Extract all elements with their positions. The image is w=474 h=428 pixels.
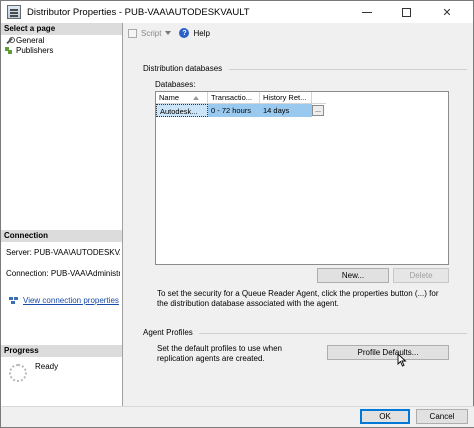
script-button[interactable]: Script <box>128 28 172 38</box>
column-header-history[interactable]: History Ret... <box>260 92 312 104</box>
title-bar: Distributor Properties - PUB-VAA\AUTODES… <box>1 1 473 23</box>
cancel-button[interactable]: Cancel <box>416 409 468 424</box>
group-divider <box>199 333 467 334</box>
page-item-label: Publishers <box>16 46 54 55</box>
maximize-button[interactable] <box>388 1 424 23</box>
group-divider <box>229 69 467 70</box>
databases-label: Databases: <box>155 80 196 89</box>
table-row[interactable]: Autodesk... 0 - 72 hours 14 days ... <box>156 104 324 117</box>
window-title: Distributor Properties - PUB-VAA\AUTODES… <box>27 6 250 18</box>
view-connection-properties-link[interactable]: View connection properties <box>9 296 119 305</box>
column-header-label: Name <box>159 93 180 102</box>
script-icon <box>128 28 137 38</box>
column-header-name[interactable]: Name <box>156 92 208 104</box>
new-button[interactable]: New... <box>317 268 389 283</box>
page-item-general[interactable]: General <box>5 36 44 45</box>
page-item-label: General <box>16 36 45 45</box>
help-label: Help <box>193 28 210 38</box>
profile-defaults-button[interactable]: Profile Defaults... <box>327 345 449 360</box>
progress-spinner-icon <box>9 364 27 382</box>
distribution-databases-group-label: Distribution databases <box>143 64 223 73</box>
cell-name[interactable]: Autodesk... <box>156 104 208 117</box>
grid-header: Name Transactio... History Ret... <box>156 92 326 104</box>
agent-profiles-info-text: Set the default profiles to use when rep… <box>157 344 282 363</box>
close-button[interactable]: ✕ <box>429 1 465 23</box>
databases-grid[interactable]: Name Transactio... History Ret... Autode… <box>155 91 449 265</box>
distributor-properties-window: Distributor Properties - PUB-VAA\AUTODES… <box>0 0 474 428</box>
close-icon: ✕ <box>442 6 452 19</box>
script-label: Script <box>141 28 162 38</box>
minimize-icon <box>362 11 372 13</box>
ok-button[interactable]: OK <box>360 409 410 424</box>
column-header-blank <box>312 92 326 104</box>
minimize-button[interactable] <box>349 1 385 23</box>
main-panel: Distribution databases Databases: Name T… <box>125 44 473 406</box>
connection-properties-icon <box>9 296 19 305</box>
help-button[interactable]: ? Help <box>179 28 210 38</box>
column-header-transaction[interactable]: Transactio... <box>208 92 260 104</box>
wrench-icon <box>5 36 15 45</box>
progress-status: Ready <box>35 362 59 371</box>
view-connection-properties-label: View connection properties <box>23 296 119 305</box>
publishers-icon <box>5 46 13 55</box>
cell-transaction[interactable]: 0 - 72 hours <box>208 104 260 117</box>
left-pane: Select a page General Publishers Connect… <box>1 23 123 406</box>
chevron-down-icon <box>165 31 172 35</box>
database-properties-button[interactable]: ... <box>312 105 324 116</box>
select-page-header: Select a page <box>1 23 122 35</box>
page-item-publishers[interactable]: Publishers <box>5 46 53 55</box>
mouse-cursor-icon <box>397 353 407 367</box>
connection-text: Connection: PUB-VAA\Administrator <box>6 269 120 278</box>
server-text: Server: PUB-VAA\AUTODESKVAULT <box>6 248 120 257</box>
app-icon <box>7 5 21 19</box>
agent-profiles-group-label: Agent Profiles <box>143 328 193 337</box>
maximize-icon <box>401 7 411 17</box>
toolbar: Script ? Help <box>124 23 473 43</box>
delete-button[interactable]: Delete <box>393 268 449 283</box>
connection-header: Connection <box>1 230 122 242</box>
cell-history[interactable]: 14 days <box>260 104 312 117</box>
sort-ascending-icon <box>193 96 199 100</box>
progress-header: Progress <box>1 345 122 357</box>
help-icon: ? <box>179 28 190 38</box>
distribution-info-text: To set the security for a Queue Reader A… <box>157 289 439 308</box>
dialog-footer: OK Cancel <box>2 406 474 427</box>
